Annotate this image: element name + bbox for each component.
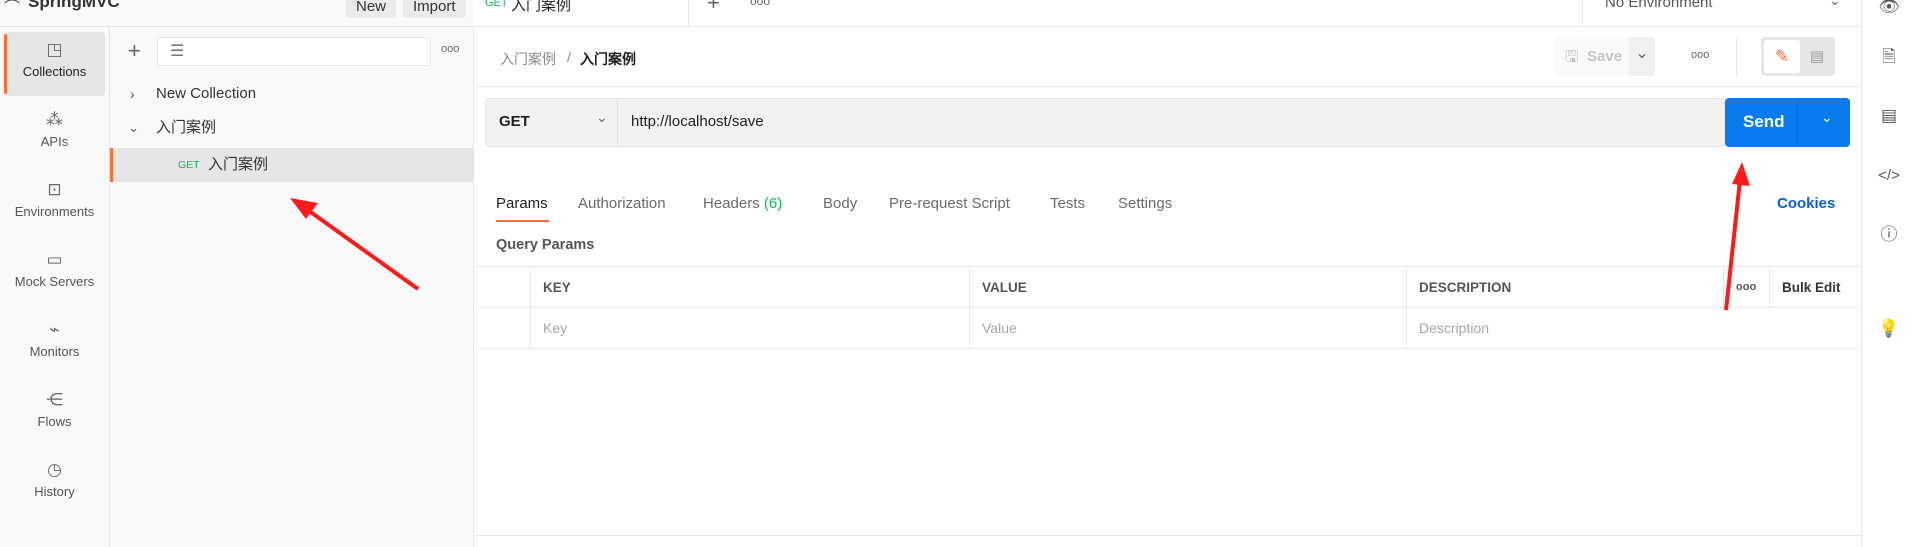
red-arrow-to-request xyxy=(290,198,420,291)
red-arrow-to-send xyxy=(1724,162,1750,311)
annotation-arrows xyxy=(290,162,1750,311)
